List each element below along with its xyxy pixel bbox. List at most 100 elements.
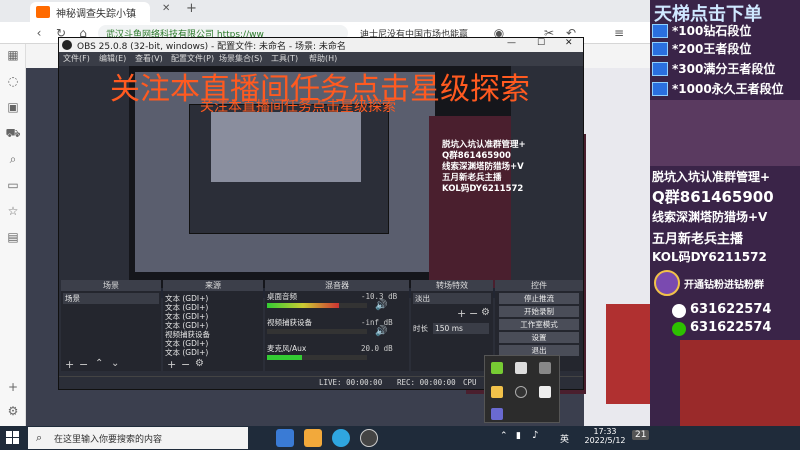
clock-time: 17:33 (593, 427, 617, 436)
taskbar-douyu-icon[interactable] (304, 429, 322, 447)
source-item[interactable]: 文本 (GDI+) (165, 347, 208, 358)
stop-streaming-button[interactable]: 停止推流 (499, 293, 579, 304)
add-scene-icon[interactable]: + (65, 358, 74, 371)
remove-source-icon[interactable]: − (181, 358, 190, 371)
transition-settings-icon[interactable]: ⚙ (481, 307, 490, 318)
apps-icon[interactable]: ▦ (4, 46, 22, 64)
start-recording-button[interactable]: 开始录制 (499, 306, 579, 317)
browser-sidebar: ▦ ◌ ▣ ⛟ ⌕ ▭ ☆ ▤ + ⚙ (0, 44, 26, 426)
scene-item[interactable]: 场景 (63, 293, 159, 304)
ime-indicator[interactable]: 英 (560, 432, 569, 445)
mixer-meter (267, 355, 367, 360)
duration-label: 时长 (413, 324, 428, 333)
menu-tools[interactable]: 工具(T) (271, 53, 298, 64)
source-settings-icon[interactable]: ⚙ (195, 358, 204, 369)
tray-nvidia-icon[interactable] (491, 362, 503, 374)
sources-dock: 文本 (GDI+) 文本 (GDI+) 文本 (GDI+) 文本 (GDI+) … (163, 291, 263, 371)
taskbar-browser-icon[interactable] (332, 429, 350, 447)
promo-join: 开通钻粉进钻粉群 (684, 280, 764, 291)
diamond-icon (652, 82, 668, 96)
settings-button[interactable]: 设置 (499, 332, 579, 343)
mixer-dock: 桌面音频 -10.3 dB 🔊 视频捕获设备 -inf dB 🔊 麦克风/Aux… (265, 291, 409, 371)
obs-logo-icon (62, 40, 72, 50)
new-tab-icon[interactable]: + (186, 1, 197, 16)
browser-tab[interactable]: 神秘调查失踪小镇 (30, 2, 150, 22)
tray-douyu-icon[interactable] (491, 386, 503, 398)
back-icon[interactable]: ‹ (30, 24, 48, 42)
volume-icon[interactable]: 🔊 (375, 300, 387, 311)
speaker-icon[interactable]: ♪ (532, 430, 538, 441)
add-transition-icon[interactable]: + (457, 307, 466, 320)
wechat-number: 631622574 (690, 320, 772, 335)
close-tab-icon[interactable]: ✕ (162, 3, 170, 14)
obs-maximize-icon[interactable]: ☐ (537, 38, 545, 48)
windows-start-icon[interactable] (6, 431, 20, 445)
remove-transition-icon[interactable]: − (469, 307, 478, 320)
add-source-icon[interactable]: + (167, 358, 176, 371)
note-icon[interactable]: ▤ (4, 228, 22, 246)
vip-badge-icon (654, 270, 680, 296)
mixer-meter (267, 329, 367, 334)
promo-line: 线索深渊塔防猎场+V (652, 210, 768, 224)
obs-titlebar: OBS 25.0.8 (32-bit, windows) - 配置文件: 未命名… (59, 38, 583, 52)
promo-item: *100钻石段位 (672, 24, 752, 38)
promo-line: 脱坑入坑认准群管理+ (652, 170, 771, 184)
tray-shield-icon[interactable] (491, 408, 503, 420)
tray-obs-icon[interactable] (515, 386, 527, 398)
menu-help[interactable]: 帮助(H) (309, 53, 337, 64)
scene-up-icon[interactable]: ⌃ (95, 358, 103, 369)
tray-app-icon[interactable] (515, 362, 527, 374)
tray-chevron-icon[interactable]: ⌃ (500, 431, 508, 441)
preview-nested-preview (211, 112, 361, 182)
remove-scene-icon[interactable]: − (79, 358, 88, 371)
cart-icon[interactable]: ⛟ (4, 124, 22, 142)
menu-scene-collection[interactable]: 场景集合(S) (219, 53, 262, 64)
scenes-dock-header: 场景 (61, 280, 161, 291)
notification-badge[interactable]: 21 (632, 430, 650, 440)
live-status: LIVE: 00:00:00 (319, 378, 383, 387)
star-icon[interactable]: ☆ (4, 202, 22, 220)
mixer-channel-name: 视频捕获设备 (267, 318, 312, 327)
controls-dock-header: 控件 (495, 280, 583, 291)
menu-file[interactable]: 文件(F) (63, 53, 90, 64)
transition-select[interactable]: 淡出 (413, 293, 491, 304)
menu-edit[interactable]: 编辑(E) (99, 53, 126, 64)
obs-close-icon[interactable]: ✕ (565, 38, 573, 48)
obs-minimize-icon[interactable]: — (507, 38, 516, 48)
menu-profile[interactable]: 配置文件(P) (171, 53, 214, 64)
promo-line: KOL码DY6211572 (652, 250, 767, 264)
promo-character-art (650, 100, 800, 166)
menu-icon[interactable]: ≡ (610, 24, 628, 42)
search-icon[interactable]: ⌕ (4, 150, 22, 168)
network-icon[interactable]: ▮ (516, 431, 521, 441)
diamond-icon (652, 24, 668, 38)
mixer-meter (267, 303, 367, 308)
taskbar-clock[interactable]: 17:33 2022/5/12 (580, 427, 630, 445)
mixer-dock-header: 混音器 (265, 280, 409, 291)
tray-usb-icon[interactable] (539, 386, 551, 398)
qq-icon (672, 304, 686, 318)
settings-icon[interactable]: ⚙ (4, 402, 22, 420)
transitions-dock-header: 转场特效 (411, 280, 493, 291)
streamer-camera (680, 340, 800, 426)
studio-mode-button[interactable]: 工作室模式 (499, 319, 579, 330)
taskbar-search-input[interactable]: ⌕ 在这里输入你要搜索的内容 (28, 427, 248, 449)
chat-icon[interactable]: ◌ (4, 72, 22, 90)
promo-line: 五月新老兵主播 (652, 232, 744, 247)
book-icon[interactable]: ▭ (4, 176, 22, 194)
menu-view[interactable]: 查看(V) (135, 53, 163, 64)
site-favicon-icon (36, 6, 50, 18)
scene-down-icon[interactable]: ⌄ (111, 358, 119, 369)
mixer-channel-db: 20.0 dB (361, 344, 393, 353)
taskbar-obs-icon[interactable] (360, 429, 378, 447)
scenes-dock: 场景 + − ⌃ ⌄ (61, 291, 161, 371)
promo-item: *300满分王者段位 (672, 62, 776, 76)
taskbar-app-icon[interactable] (276, 429, 294, 447)
live-icon[interactable]: ▣ (4, 98, 22, 116)
duration-input[interactable]: 150 ms (433, 323, 489, 334)
clock-date: 2022/5/12 (584, 436, 626, 445)
right-promo-panel: 天梯点击下单 *100钻石段位 *200王者段位 *300满分王者段位 *100… (650, 0, 800, 426)
add-icon[interactable]: + (4, 378, 22, 396)
volume-icon[interactable]: 🔊 (375, 326, 387, 337)
tray-camera-icon[interactable] (539, 362, 551, 374)
